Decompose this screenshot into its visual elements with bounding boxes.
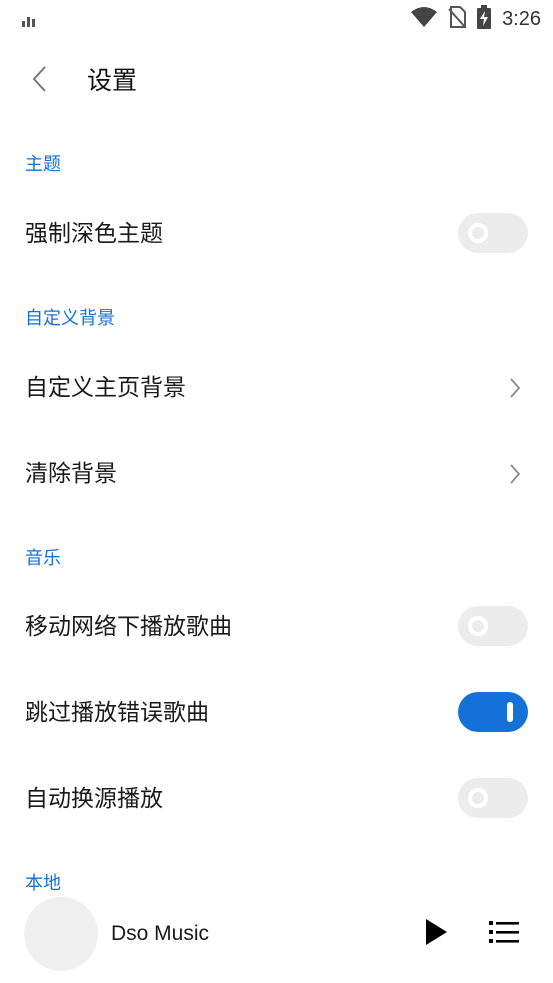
status-bar: 3:26 <box>0 0 553 38</box>
app-header: 设置 <box>0 52 553 110</box>
wifi-icon <box>410 6 438 32</box>
setting-label: 自定义主页背景 <box>25 375 186 401</box>
track-title: Dso Music <box>111 922 210 945</box>
album-art[interactable] <box>24 897 98 971</box>
setting-auto-switch-source[interactable]: 自动换源播放 <box>0 756 553 842</box>
setting-clear-background[interactable]: 清除背景 <box>0 431 553 517</box>
status-time: 3:26 <box>502 7 541 30</box>
page-title: 设置 <box>87 66 138 95</box>
skip-error-songs-toggle[interactable] <box>458 692 528 732</box>
status-icons: 3:26 <box>410 5 541 33</box>
section-header-theme: 主题 <box>25 154 61 175</box>
chevron-right-icon <box>505 459 525 489</box>
chevron-left-icon <box>31 65 47 97</box>
playlist-button[interactable] <box>486 917 522 951</box>
force-dark-theme-toggle[interactable] <box>458 213 528 253</box>
setting-play-on-mobile-network[interactable]: 移动网络下播放歌曲 <box>0 584 553 670</box>
setting-label: 清除背景 <box>25 461 117 487</box>
back-button[interactable] <box>24 64 54 98</box>
toggle-knob-on <box>507 702 513 722</box>
toggle-knob-off <box>468 616 488 636</box>
setting-label: 移动网络下播放歌曲 <box>25 614 232 640</box>
play-icon <box>424 918 448 950</box>
setting-label: 跳过播放错误歌曲 <box>25 700 209 726</box>
mini-player[interactable]: Dso Music <box>0 893 553 983</box>
play-button[interactable] <box>420 917 452 951</box>
chevron-right-icon <box>505 373 525 403</box>
no-sim-icon <box>448 6 467 32</box>
setting-label: 自动换源播放 <box>25 786 163 812</box>
setting-custom-home-background[interactable]: 自定义主页背景 <box>0 345 553 431</box>
toggle-knob-off <box>468 223 488 243</box>
playlist-icon <box>489 920 519 948</box>
setting-force-dark-theme[interactable]: 强制深色主题 <box>0 191 553 277</box>
section-header-music: 音乐 <box>25 548 61 569</box>
play-on-mobile-network-toggle[interactable] <box>458 606 528 646</box>
battery-charging-icon <box>476 5 492 33</box>
section-header-custom-background: 自定义背景 <box>25 308 115 329</box>
auto-switch-source-toggle[interactable] <box>458 778 528 818</box>
setting-skip-error-songs[interactable]: 跳过播放错误歌曲 <box>0 670 553 756</box>
signal-bars-icon <box>22 12 36 31</box>
setting-label: 强制深色主题 <box>25 221 163 247</box>
toggle-knob-off <box>468 788 488 808</box>
